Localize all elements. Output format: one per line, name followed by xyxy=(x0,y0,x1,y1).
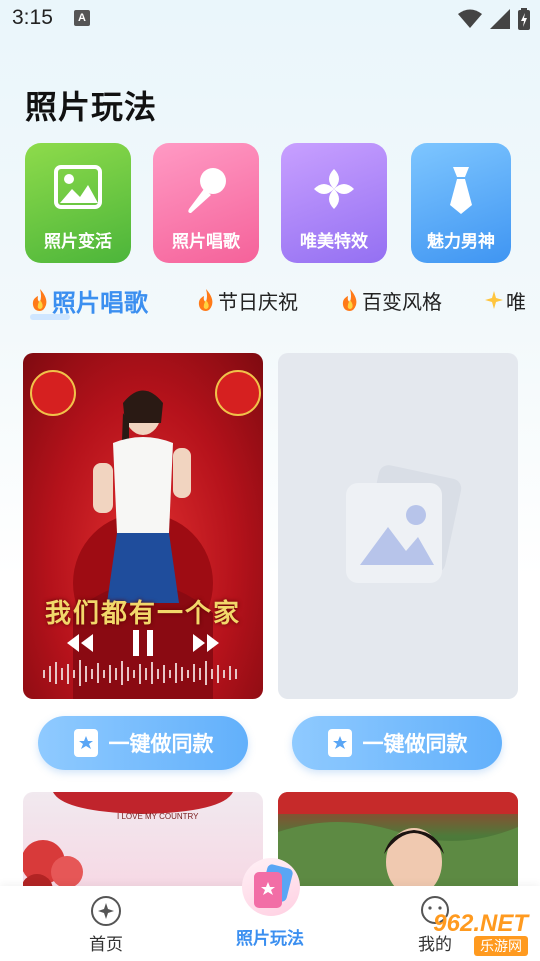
feature-label: 照片变活 xyxy=(44,232,112,252)
battery-icon xyxy=(518,8,530,30)
image-icon xyxy=(54,165,102,209)
make-same-button[interactable]: 一键做同款 xyxy=(292,716,502,770)
signal-icon xyxy=(490,9,510,29)
page-title: 照片玩法 xyxy=(25,88,158,126)
flame-icon xyxy=(32,289,47,311)
tab-underline xyxy=(30,314,70,320)
feature-charm-man[interactable]: 魅力男神 xyxy=(411,143,511,263)
image-placeholder-icon xyxy=(346,465,462,583)
template-card-video[interactable]: 我们都有一个家 xyxy=(23,353,263,699)
watermark-sub: 乐游网 xyxy=(474,936,528,956)
feature-tiles: 照片变活 照片唱歌 唯美特效 魅力男神 xyxy=(25,143,540,263)
tab-label: 百变风格 xyxy=(362,289,442,314)
sparkle-icon xyxy=(485,291,503,309)
tab-label: 节日庆祝 xyxy=(218,289,298,314)
fast-forward-icon[interactable] xyxy=(193,634,219,652)
status-icons xyxy=(458,8,530,30)
microphone-icon xyxy=(188,168,226,213)
rewind-icon[interactable] xyxy=(67,634,93,652)
nav-photo-play[interactable]: 照片玩法 xyxy=(220,858,320,961)
nav-home-label: 首页 xyxy=(89,935,123,955)
tab-label: 唯 xyxy=(506,289,526,314)
feature-beauty-effect[interactable]: 唯美特效 xyxy=(281,143,387,263)
make-same-label: 一键做同款 xyxy=(362,732,468,756)
status-time: 3:15 xyxy=(12,6,53,29)
pause-icon[interactable] xyxy=(133,630,153,656)
make-same-button[interactable]: 一键做同款 xyxy=(38,716,248,770)
feature-label: 照片唱歌 xyxy=(172,232,240,252)
feature-photo-animate[interactable]: 照片变活 xyxy=(25,143,131,263)
notification-icon: A xyxy=(74,10,90,26)
tab-label: 照片唱歌 xyxy=(52,288,148,317)
waveform xyxy=(43,660,237,686)
status-bar: 3:15 A xyxy=(0,0,540,40)
star-doc-icon xyxy=(73,729,98,757)
feature-label: 魅力男神 xyxy=(427,232,495,252)
tab-photo-sing[interactable]: 照片唱歌 xyxy=(30,280,148,320)
watermark-brand: 962.NET xyxy=(433,910,528,937)
flower-icon xyxy=(314,169,354,209)
template-card-placeholder[interactable] xyxy=(278,353,518,699)
nav-home[interactable]: 首页 xyxy=(66,886,146,961)
tab-festival[interactable]: 节日庆祝 xyxy=(196,280,298,320)
wifi-icon xyxy=(458,9,482,28)
player-controls xyxy=(23,628,263,658)
feature-photo-sing[interactable]: 照片唱歌 xyxy=(153,143,259,263)
feature-label: 唯美特效 xyxy=(300,232,368,252)
nav-play-label: 照片玩法 xyxy=(236,929,304,949)
lyric-text: 我们都有一个家 xyxy=(44,599,241,629)
photo-cards-icon xyxy=(254,864,293,908)
make-same-label: 一键做同款 xyxy=(108,732,214,756)
country-caption: I LOVE MY COUNTRY xyxy=(117,812,199,821)
tab-styles[interactable]: 百变风格 xyxy=(340,280,442,320)
watermark-logo: 962.NET 乐游网 xyxy=(406,910,536,956)
tab-beauty[interactable]: 唯 xyxy=(484,280,526,320)
flame-icon xyxy=(342,289,357,311)
category-tabs: 照片唱歌 节日庆祝 百变风格 唯 xyxy=(30,280,540,324)
star-doc-icon xyxy=(327,729,352,757)
sparkle-circle-icon xyxy=(91,896,121,926)
tie-icon xyxy=(450,167,472,214)
flame-icon xyxy=(198,289,213,311)
photo-play-bubble xyxy=(242,858,300,916)
